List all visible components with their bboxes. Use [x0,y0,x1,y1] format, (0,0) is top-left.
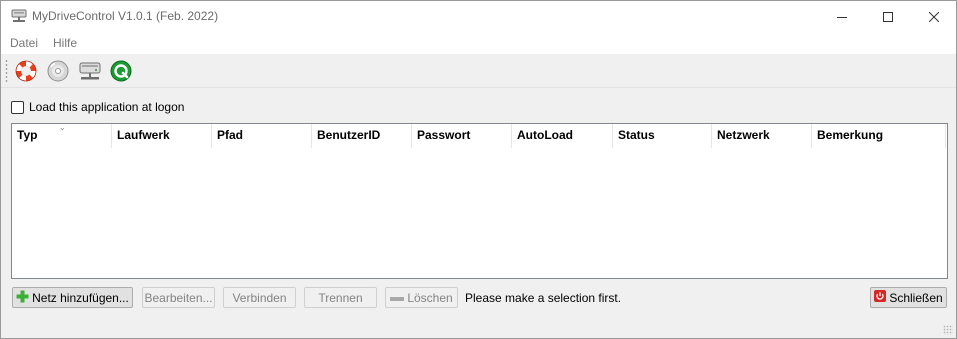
logon-label[interactable]: Load this application at logon [29,100,184,114]
network-drive-app-icon [11,9,27,23]
power-icon [874,290,887,305]
close-icon [929,11,939,22]
edit-label: Bearbeiten... [144,290,213,305]
column-header-netzwerk[interactable]: Netzwerk [712,124,812,148]
close-label: Schließen [889,290,943,305]
resize-grip[interactable] [943,325,953,335]
disconnect-label: Trennen [318,290,363,305]
status-message: Please make a selection first. [465,291,622,305]
minimize-button[interactable] [819,1,865,32]
delete-label: Löschen [407,290,453,305]
quit-icon[interactable] [109,59,133,83]
connect-label: Verbinden [232,290,287,305]
main-window: MyDriveControl V1.0.1 (Feb. 2022) Datei … [0,0,957,339]
list-header: ⌄ Typ Laufwerk Pfad BenutzerID Passwort … [12,124,947,148]
logon-checkbox[interactable] [11,100,24,114]
title-bar: MyDriveControl V1.0.1 (Feb. 2022) [1,1,956,32]
column-header-typ[interactable]: Typ [12,124,112,148]
add-network-label: Netz hinzufügen... [32,290,129,305]
column-header-passwort[interactable]: Passwort [412,124,512,148]
menu-datei[interactable]: Datei [10,36,38,50]
disconnect-button[interactable]: Trennen [304,287,377,308]
menu-bar: Datei Hilfe [1,32,956,54]
close-window-button[interactable] [911,1,957,32]
column-header-status[interactable]: Status [613,124,712,148]
toolbar-grip[interactable] [5,59,8,83]
drive-list[interactable]: ⌄ Typ Laufwerk Pfad BenutzerID Passwort … [11,123,948,279]
close-button[interactable]: Schließen [870,287,947,308]
lifebuoy-icon[interactable] [14,59,38,83]
plus-icon [16,290,29,306]
minimize-icon [837,16,847,18]
network-drive-icon[interactable] [78,59,102,83]
maximize-icon [883,11,893,22]
disc-icon[interactable] [46,59,70,83]
column-header-laufwerk[interactable]: Laufwerk [112,124,212,148]
column-header-autoload[interactable]: AutoLoad [512,124,613,148]
menu-hilfe[interactable]: Hilfe [53,36,77,50]
minus-icon [390,291,405,305]
edit-button[interactable]: Bearbeiten... [142,287,215,308]
connect-button[interactable]: Verbinden [223,287,296,308]
window-title: MyDriveControl V1.0.1 (Feb. 2022) [32,9,219,23]
delete-button[interactable]: Löschen [385,287,458,308]
toolbar [1,54,956,88]
column-header-benutzerid[interactable]: BenutzerID [312,124,412,148]
logon-option[interactable]: Load this application at logon [11,100,184,114]
column-header-bemerkung[interactable]: Bemerkung [812,124,946,148]
maximize-button[interactable] [865,1,911,32]
column-header-pfad[interactable]: Pfad [212,124,312,148]
add-network-button[interactable]: Netz hinzufügen... [12,287,133,308]
